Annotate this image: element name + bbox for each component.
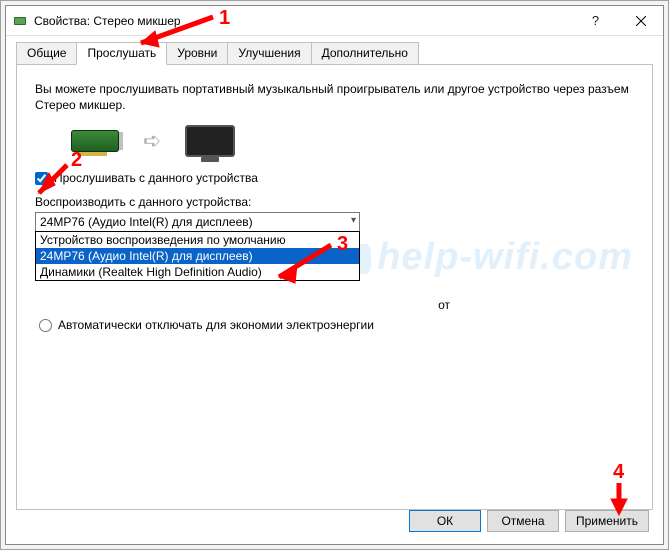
titlebar: Свойства: Стерео микшер ? [6,6,663,36]
playback-device-dropdown-wrap: 24MP76 (Аудио Intel(R) для дисплеев) ▾ У… [35,212,360,232]
tab-advanced[interactable]: Дополнительно [311,42,419,65]
window-title: Свойства: Стерео микшер [34,14,573,28]
help-button[interactable]: ? [573,6,618,36]
radio-partial-text: от [39,298,630,312]
playback-device-option[interactable]: 24MP76 (Аудио Intel(R) для дисплеев) [36,248,359,264]
tab-general[interactable]: Общие [16,42,77,65]
listen-checkbox[interactable] [35,172,48,185]
properties-window: Свойства: Стерео микшер ? Общие Прослуша… [5,5,664,545]
dialog-buttons: ОК Отмена Применить [409,510,649,532]
annotation-4: 4 [613,461,624,484]
cancel-button[interactable]: Отмена [487,510,559,532]
playback-device-dropdown[interactable]: 24MP76 (Аудио Intel(R) для дисплеев) [35,212,360,232]
tab-levels[interactable]: Уровни [166,42,228,65]
power-group: от от Автоматически отключать для эконом… [37,290,632,346]
annotation-3: 3 [337,233,348,256]
tab-strip: Общие Прослушать Уровни Улучшения Дополн… [6,36,663,65]
apply-button[interactable]: Применить [565,510,649,532]
ok-button[interactable]: ОК [409,510,481,532]
playback-device-label: Воспроизводить с данного устройства: [35,195,634,209]
radio-auto-off-label: Автоматически отключать для экономии эле… [58,318,374,332]
listen-checkbox-row[interactable]: Прослушивать с данного устройства [35,171,634,185]
tab-listen[interactable]: Прослушать [76,42,167,65]
annotation-2: 2 [71,149,82,172]
screenshot-frame: Свойства: Стерео микшер ? Общие Прослуша… [0,0,669,550]
tab-panel-listen: Вы можете прослушивать портативный музык… [16,65,653,510]
radio-auto-off[interactable]: Автоматически отключать для экономии эле… [39,318,630,332]
close-button[interactable] [618,6,663,36]
annotation-1: 1 [219,7,230,30]
listen-description: Вы можете прослушивать портативный музык… [35,81,634,113]
playback-device-option[interactable]: Устройство воспроизведения по умолчанию [36,232,359,248]
playback-device-list[interactable]: Устройство воспроизведения по умолчанию … [35,231,360,281]
arrow-right-icon: ➪ [143,128,161,154]
playback-device-selected: 24MP76 (Аудио Intel(R) для дисплеев) [40,215,253,229]
device-illustration: ➪ [71,125,634,157]
tab-enhancements[interactable]: Улучшения [227,42,311,65]
listen-checkbox-label: Прослушивать с данного устройства [54,171,258,185]
properties-icon [12,13,28,29]
monitor-icon [185,125,235,157]
playback-device-option[interactable]: Динамики (Realtek High Definition Audio) [36,264,359,280]
radio-auto-off-input[interactable] [39,319,52,332]
